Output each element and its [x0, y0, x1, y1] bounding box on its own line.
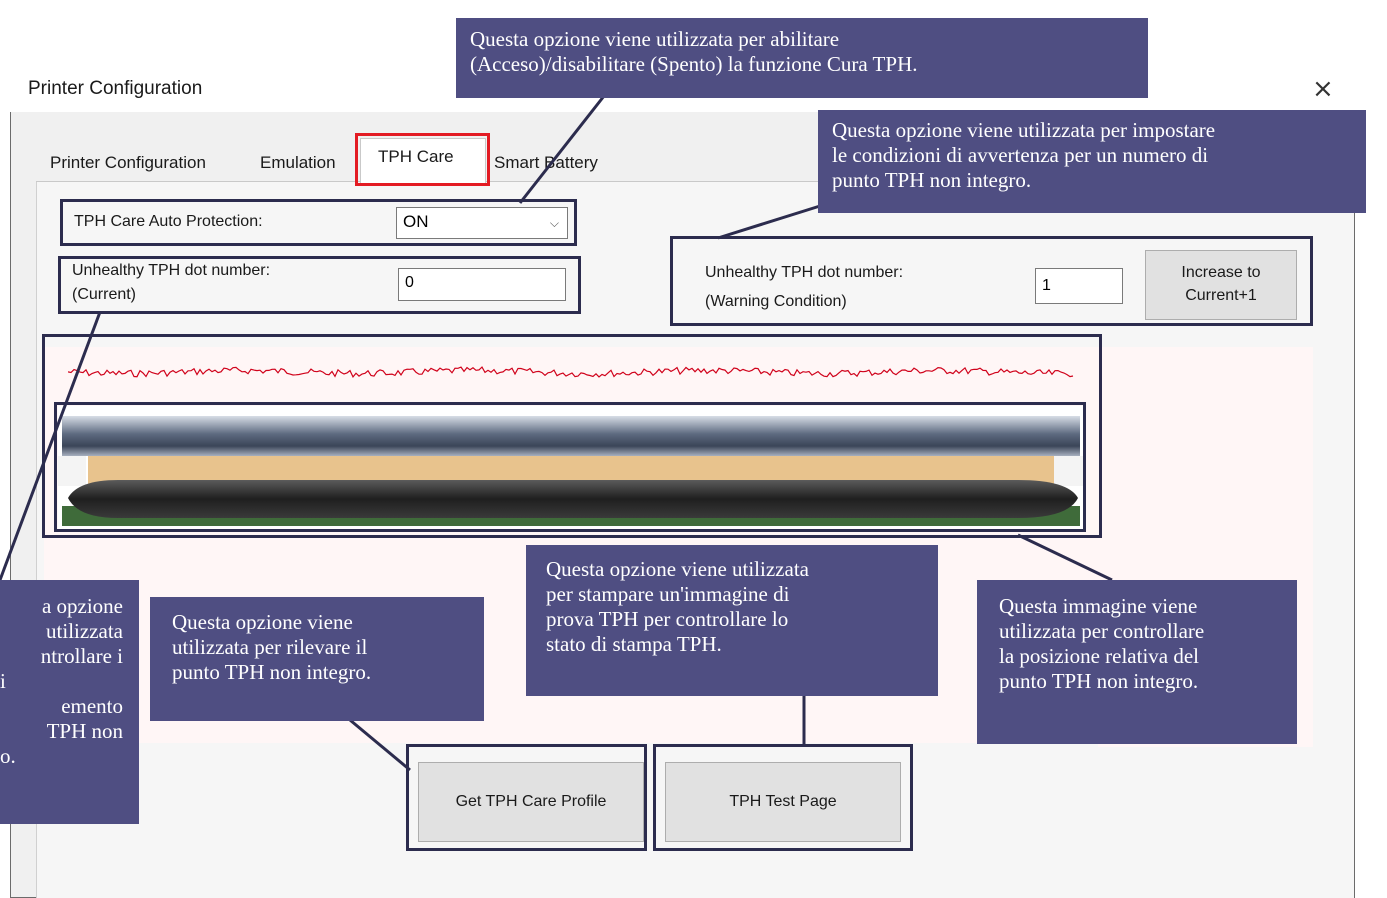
callout-testpage-line-2: per stampare un'immagine di [546, 582, 790, 606]
warning-condition-outline [670, 236, 1313, 326]
callout-image-line-4: punto TPH non integro. [999, 669, 1199, 693]
callout-current-line-5: emento [61, 694, 123, 718]
callout-image-line-3: la posizione relativa del [999, 644, 1200, 668]
callout-current-line-4: i [0, 669, 6, 693]
callout-profile-line-3: punto TPH non integro. [172, 660, 372, 684]
callout-testpage-line-1: Questa opzione viene utilizzata [546, 557, 809, 581]
tab-printer-configuration[interactable]: Printer Configuration [44, 147, 212, 181]
test-page-outline [653, 744, 913, 851]
callout-image-position: Questa immagine viene utilizzata per con… [977, 580, 1297, 744]
callout-auto-protection-line-1: Questa opzione viene utilizzata per abil… [470, 27, 840, 51]
callout-testpage-line-3: prova TPH per controllare lo [546, 607, 789, 631]
tab-smart-battery[interactable]: Smart Battery [488, 147, 604, 181]
callout-warning-line-1: Questa opzione viene utilizzata per impo… [832, 118, 1216, 142]
tab-emulation[interactable]: Emulation [254, 147, 342, 181]
get-profile-outline [406, 744, 647, 851]
printhead-inner-outline [54, 402, 1086, 532]
callout-current-dots: a opzione utilizzata ntrollare i i ement… [0, 580, 139, 824]
current-dot-outline [58, 256, 581, 314]
callout-profile-line-2: utilizzata per rilevare il [172, 635, 368, 659]
callout-current-line-2: utilizzata [46, 619, 123, 643]
callout-image-line-1: Questa immagine viene [999, 594, 1198, 618]
callout-profile-line-1: Questa opzione viene [172, 610, 353, 634]
callout-auto-protection: Questa opzione viene utilizzata per abil… [456, 18, 1148, 98]
callout-warning-line-3: punto TPH non integro. [832, 168, 1032, 192]
callout-warning-line-2: le condizioni di avvertenza per un numer… [832, 143, 1209, 167]
auto-protection-outline [60, 199, 577, 246]
callout-current-line-3: ntrollare i [40, 644, 123, 668]
callout-current-line-6: TPH non [46, 719, 123, 743]
tph-care-tab-highlight [355, 133, 490, 186]
callout-get-profile: Questa opzione viene utilizzata per rile… [150, 597, 484, 721]
callout-current-line-7: o. [0, 744, 16, 768]
callout-image-line-2: utilizzata per controllare [999, 619, 1205, 643]
callout-warning-condition: Questa opzione viene utilizzata per impo… [818, 110, 1366, 213]
callout-testpage-line-4: stato di stampa TPH. [546, 632, 722, 656]
callout-test-page: Questa opzione viene utilizzata per stam… [526, 545, 938, 696]
window-title: Printer Configuration [28, 78, 203, 99]
close-icon[interactable]: × [1312, 74, 1334, 104]
callout-auto-protection-line-2: (Acceso)/disabilitare (Spento) la funzio… [470, 52, 918, 76]
callout-current-line-1: a opzione [41, 594, 123, 618]
